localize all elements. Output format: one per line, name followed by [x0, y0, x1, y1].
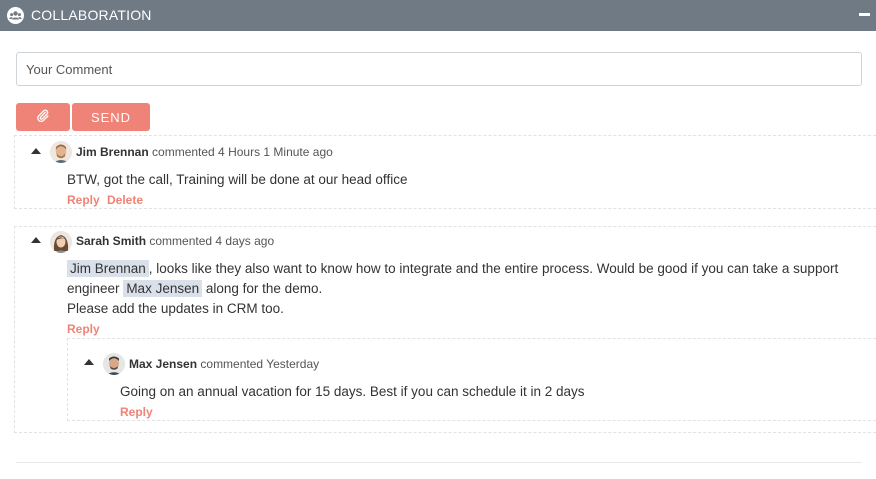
comment-author: Sarah Smith commented 4 days ago: [76, 234, 274, 248]
comment-author: Max Jensen commented Yesterday: [129, 357, 319, 371]
mention-tag[interactable]: Max Jensen: [123, 280, 203, 297]
author-name[interactable]: Sarah Smith: [76, 234, 146, 248]
mention-tag[interactable]: Jim Brennan: [67, 260, 149, 277]
reply-link[interactable]: Reply: [120, 405, 153, 419]
collapse-caret-icon[interactable]: [84, 359, 94, 365]
minus-icon[interactable]: [859, 13, 870, 16]
comment-meta: commented Yesterday: [200, 357, 320, 371]
comment-input[interactable]: [16, 52, 862, 86]
collapse-caret-icon[interactable]: [31, 148, 41, 154]
comment-body: Going on an annual vacation for 15 days.…: [120, 384, 585, 399]
avatar: [103, 353, 125, 375]
users-icon: [7, 7, 24, 24]
send-button[interactable]: SEND: [72, 103, 150, 131]
reply-link[interactable]: Reply: [67, 322, 100, 336]
paperclip-icon: [36, 109, 50, 126]
comment-text: , looks like they also want to know how …: [148, 261, 839, 276]
collapse-caret-icon[interactable]: [31, 237, 41, 243]
panel-header: COLLABORATION: [0, 0, 876, 31]
attach-button[interactable]: [16, 103, 70, 131]
avatar: [50, 141, 72, 163]
reply-link[interactable]: Reply: [67, 193, 100, 207]
comment-body: BTW, got the call, Training will be done…: [67, 172, 408, 187]
author-name[interactable]: Jim Brennan: [76, 145, 149, 159]
divider: [16, 462, 862, 463]
reply-thread: [67, 338, 876, 421]
delete-link[interactable]: Delete: [107, 193, 143, 207]
comment-body: Jim Brennan, looks like they also want t…: [67, 259, 867, 319]
comment-text: engineer: [67, 281, 120, 296]
panel-title: COLLABORATION: [31, 7, 152, 23]
comment-text: along for the demo.: [205, 281, 323, 296]
author-name[interactable]: Max Jensen: [129, 357, 197, 371]
avatar: [50, 231, 72, 253]
comment-meta: commented 4 days ago: [149, 234, 275, 248]
comment-author: Jim Brennan commented 4 Hours 1 Minute a…: [76, 145, 333, 159]
comment-meta: commented 4 Hours 1 Minute ago: [152, 145, 333, 159]
comment-text: Please add the updates in CRM too.: [67, 301, 284, 316]
